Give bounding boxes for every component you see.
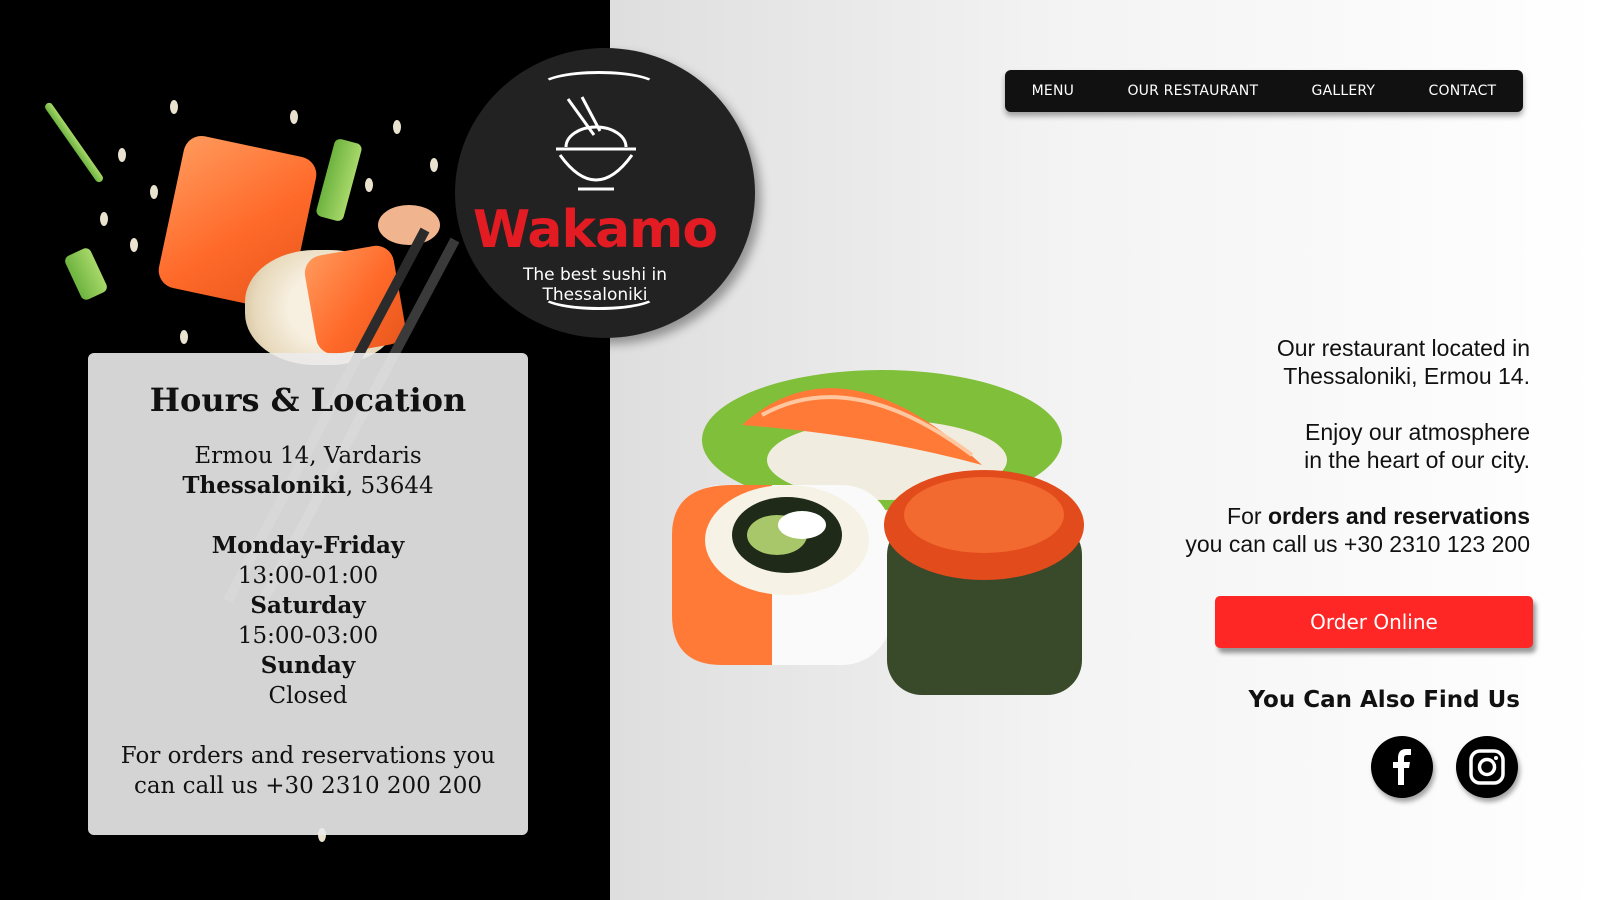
rice-grain-decoration bbox=[100, 212, 108, 226]
contact-line: For orders and reservations you bbox=[120, 743, 496, 769]
nav-item-menu[interactable]: MENU bbox=[1032, 83, 1074, 99]
rice-grain-decoration bbox=[180, 330, 188, 344]
orders-prefix: For bbox=[1227, 503, 1268, 529]
cucumber-stick-decoration bbox=[43, 101, 105, 184]
contact-line: can call us +30 2310 200 200 bbox=[133, 773, 483, 799]
hours-location-card: Hours & Location Ermou 14, Vardaris Thes… bbox=[88, 353, 528, 835]
schedule-time: 13:00-01:00 bbox=[237, 563, 379, 589]
orders-bold-text: orders and reservations bbox=[1267, 503, 1530, 529]
rice-grain-decoration bbox=[130, 238, 138, 252]
nav-item-contact[interactable]: CONTACT bbox=[1429, 83, 1497, 99]
orders-paragraph: For orders and reservations you can call… bbox=[1110, 502, 1530, 558]
atmosphere-paragraph: Enjoy our atmosphere in the heart of our… bbox=[1110, 418, 1530, 474]
atmosphere-line: in the heart of our city. bbox=[1304, 447, 1530, 473]
sushi-platter-image bbox=[672, 370, 1084, 695]
rice-grain-decoration bbox=[430, 158, 438, 172]
main-navigation: MENU OUR RESTAURANT GALLERY CONTACT bbox=[1005, 70, 1523, 112]
shrimp-decoration bbox=[378, 205, 440, 245]
order-online-button[interactable]: Order Online bbox=[1215, 596, 1533, 648]
rice-grain-decoration bbox=[170, 100, 178, 114]
rice-grain-decoration bbox=[393, 120, 401, 134]
orders-phone-line: you can call us +30 2310 123 200 bbox=[1185, 531, 1530, 557]
location-paragraph: Our restaurant located in Thessaloniki, … bbox=[1110, 334, 1530, 390]
schedule-time: Closed bbox=[268, 683, 348, 709]
rice-grain-decoration bbox=[290, 110, 298, 124]
location-line: Our restaurant located in bbox=[1276, 335, 1530, 361]
logo-tagline: The best sushi in Thessaloniki bbox=[522, 265, 668, 305]
cucumber-piece-decoration bbox=[63, 246, 109, 302]
atmosphere-line: Enjoy our atmosphere bbox=[1304, 419, 1530, 445]
schedule-day: Monday-Friday bbox=[211, 532, 405, 559]
instagram-icon bbox=[1469, 749, 1505, 785]
schedule-day: Saturday bbox=[250, 592, 366, 619]
hours-title: Hours & Location bbox=[149, 381, 467, 419]
location-line: Thessaloniki, Ermou 14. bbox=[1283, 363, 1530, 389]
nav-item-gallery[interactable]: GALLERY bbox=[1312, 83, 1376, 99]
city-name: Thessaloniki bbox=[182, 472, 346, 499]
address-line: Ermou 14, Vardaris bbox=[194, 443, 422, 469]
rice-grain-decoration bbox=[118, 148, 126, 162]
rice-grain-decoration bbox=[365, 178, 373, 192]
postal-code: , 53644 bbox=[345, 473, 434, 499]
nav-item-our-restaurant[interactable]: OUR RESTAURANT bbox=[1127, 83, 1258, 99]
facebook-icon bbox=[1393, 749, 1411, 785]
rice-grain-decoration bbox=[150, 185, 158, 199]
find-us-heading: You Can Also Find Us bbox=[1248, 687, 1521, 713]
schedule-day: Sunday bbox=[260, 652, 356, 679]
rice-bowl-icon bbox=[556, 96, 636, 191]
instagram-link[interactable] bbox=[1456, 736, 1518, 798]
logo-brand-name: Wakamo bbox=[472, 200, 718, 260]
city-line: Thessaloniki, 53644 bbox=[88, 471, 528, 501]
facebook-link[interactable] bbox=[1371, 736, 1433, 798]
schedule-time: 15:00-03:00 bbox=[237, 623, 379, 649]
cucumber-piece-decoration bbox=[315, 137, 363, 223]
restaurant-info: Our restaurant located in Thessaloniki, … bbox=[1110, 334, 1530, 586]
